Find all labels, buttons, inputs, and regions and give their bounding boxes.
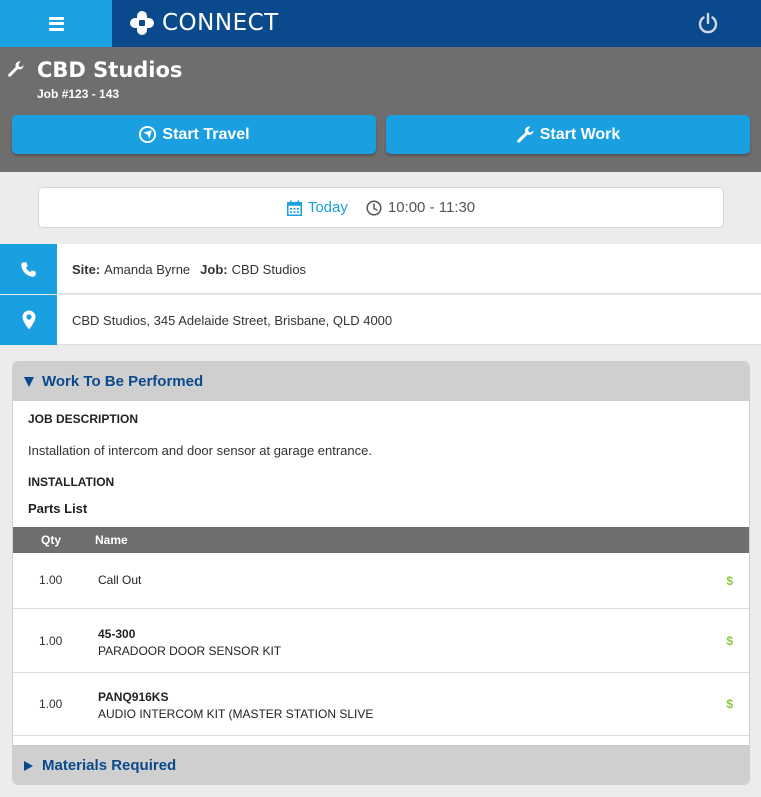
call-button[interactable]	[0, 244, 57, 294]
part-name: Call Out	[98, 573, 142, 587]
job-value: CBD Studios	[231, 261, 307, 277]
work-section-toggle[interactable]: Work To Be Performed	[13, 362, 749, 401]
map-pin-icon	[22, 310, 35, 330]
schedule-day: Today	[307, 199, 348, 216]
table-row[interactable]: 1.00 PANQ916KS AUDIO INTERCOM KIT (MASTE…	[13, 673, 749, 736]
schedule-time-slot: 10:00 - 11:30	[366, 199, 475, 216]
part-name: AUDIO INTERCOM KIT (MASTER STATION SLIVE	[98, 707, 374, 721]
site-label: Site:	[72, 261, 101, 277]
start-travel-label: Start Travel	[162, 125, 250, 143]
part-name: PARADOOR DOOR SENSOR KIT	[98, 644, 282, 658]
job-number: Job #123 - 143	[37, 87, 120, 101]
expand-caret-icon	[24, 760, 33, 771]
schedule-bar: Today 10:00 - 11:30	[38, 187, 724, 228]
part-name-block: PANQ916KS AUDIO INTERCOM KIT (MASTER STA…	[98, 690, 373, 721]
map-button[interactable]	[0, 295, 57, 345]
materials-section-title: Materials Required	[42, 757, 177, 774]
column-name: Name	[95, 533, 128, 547]
phone-icon	[21, 261, 36, 277]
schedule-date[interactable]: Today	[286, 199, 348, 216]
work-section-title: Work To Be Performed	[42, 373, 204, 390]
parts-list-label: Parts List	[28, 501, 88, 516]
collapse-caret-icon	[24, 376, 34, 387]
power-icon	[698, 12, 718, 34]
wrench-icon	[8, 61, 24, 77]
schedule-time: 10:00 - 11:30	[387, 199, 476, 216]
brand: CONNECT	[128, 8, 279, 38]
brand-name: CONNECT	[162, 10, 279, 36]
part-price: $	[726, 634, 733, 648]
part-qty: 1.00	[39, 573, 63, 587]
parts-table-header: Qty Name	[13, 527, 749, 553]
contact-info: Site: Amanda Byrne Job: CBD Studios	[72, 244, 306, 294]
part-qty: 1.00	[39, 634, 63, 648]
menu-button[interactable]	[0, 0, 112, 47]
table-row[interactable]: 1.00 45-300 PARADOOR DOOR SENSOR KIT $	[13, 610, 749, 673]
table-row[interactable]: 1.00 Call Out $	[13, 553, 749, 609]
part-price: $	[726, 697, 733, 711]
start-work-button[interactable]: Start Work	[386, 115, 750, 154]
start-travel-button[interactable]: Start Travel	[12, 115, 376, 154]
start-work-label: Start Work	[539, 125, 621, 143]
address-text: CBD Studios, 345 Adelaide Street, Brisba…	[72, 312, 393, 328]
calendar-icon	[286, 200, 302, 216]
wrench-icon	[516, 126, 534, 143]
compass-icon	[139, 125, 157, 144]
column-qty: Qty	[41, 533, 62, 547]
job-label: Job:	[200, 261, 228, 277]
part-code: 45-300	[98, 627, 136, 641]
address-row: CBD Studios, 345 Adelaide Street, Brisba…	[0, 295, 761, 345]
part-code: PANQ916KS	[98, 690, 169, 704]
top-bar: CONNECT	[0, 0, 761, 47]
job-description-label: JOB DESCRIPTION	[28, 412, 139, 426]
materials-section-toggle[interactable]: Materials Required	[13, 745, 749, 784]
job-description-text: Installation of intercom and door sensor…	[28, 443, 372, 458]
job-header: CBD Studios Job #123 - 143 Start Travel …	[0, 47, 761, 172]
part-qty: 1.00	[39, 697, 63, 711]
connect-logo-icon	[128, 9, 156, 37]
clock-icon	[366, 199, 382, 216]
power-button[interactable]	[695, 10, 721, 36]
contact-row: Site: Amanda Byrne Job: CBD Studios	[0, 244, 761, 294]
job-title: CBD Studios	[37, 58, 183, 82]
part-name-block: 45-300 PARADOOR DOOR SENSOR KIT	[98, 627, 281, 658]
work-panel: Work To Be Performed JOB DESCRIPTION Ins…	[12, 361, 750, 785]
menu-icon	[48, 16, 64, 31]
site-value: Amanda Byrne	[104, 261, 191, 277]
part-price: $	[726, 574, 733, 588]
installation-label: INSTALLATION	[28, 475, 115, 489]
